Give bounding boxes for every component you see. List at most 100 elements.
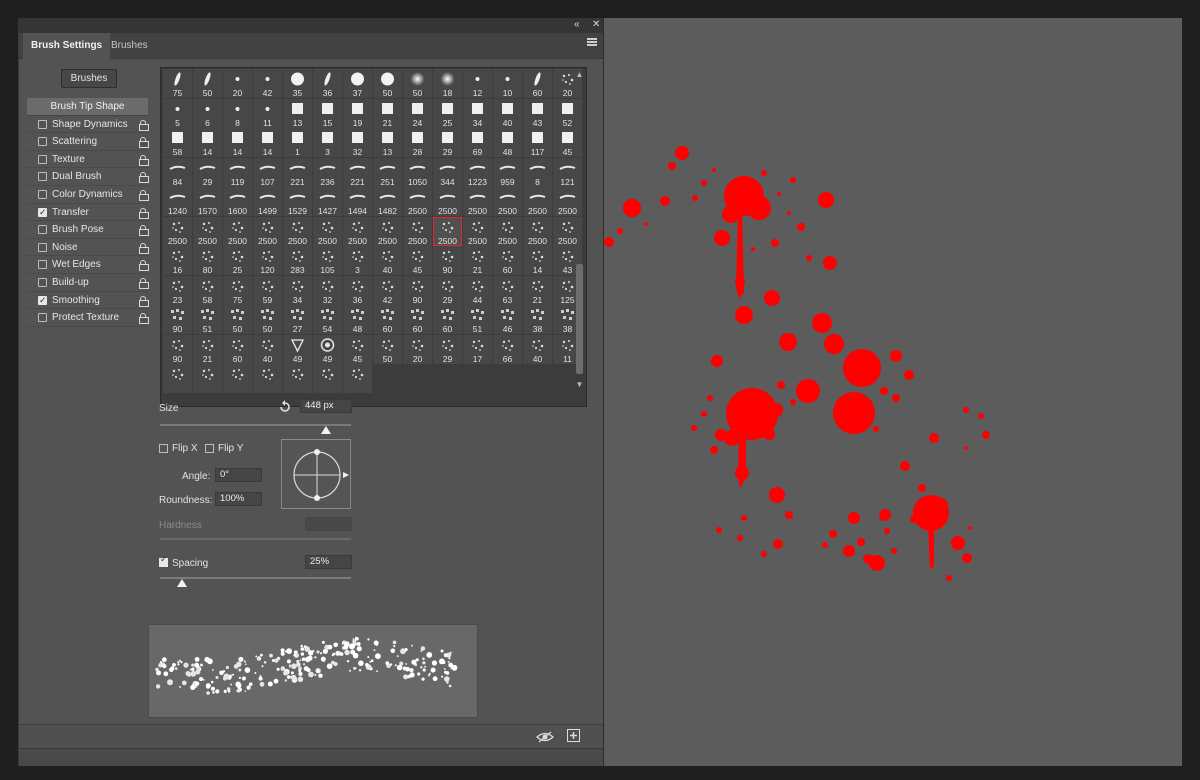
- option-checkbox[interactable]: [38, 189, 47, 199]
- brush-preset-cell[interactable]: 3: [343, 246, 372, 275]
- lock-icon[interactable]: [139, 225, 149, 237]
- brush-option-texture[interactable]: Texture: [27, 151, 149, 169]
- brush-preset-cell[interactable]: 2500: [493, 187, 522, 216]
- brush-preset-cell[interactable]: 2500: [433, 216, 462, 246]
- collapse-panel-icon[interactable]: «: [574, 19, 580, 31]
- brush-preset-cell[interactable]: 119: [223, 157, 252, 187]
- option-checkbox[interactable]: [38, 277, 47, 287]
- brush-preset-cell[interactable]: 90: [403, 275, 432, 305]
- brush-option-color-dynamics[interactable]: Color Dynamics: [27, 186, 149, 204]
- brush-preset-cell[interactable]: 25: [223, 246, 252, 275]
- brush-preset-cell[interactable]: 1600: [223, 187, 252, 216]
- option-checkbox[interactable]: [38, 172, 47, 182]
- brush-option-smoothing[interactable]: Smoothing: [27, 292, 149, 310]
- brush-preset-cell[interactable]: 29: [433, 128, 462, 157]
- brush-preset-cell[interactable]: 1240: [163, 187, 192, 216]
- brush-preset-cell[interactable]: 13: [373, 128, 402, 157]
- brush-preset-cell[interactable]: 283: [283, 246, 312, 275]
- lock-icon[interactable]: [139, 242, 149, 254]
- brush-preset-cell[interactable]: 40: [523, 334, 552, 364]
- flip-y-checkbox[interactable]: [205, 444, 214, 453]
- brush-preset-cell[interactable]: 32: [343, 128, 372, 157]
- panel-menu-icon[interactable]: [587, 38, 597, 46]
- brush-preset-cell[interactable]: 60: [523, 69, 552, 98]
- brush-preset-cell[interactable]: 20: [223, 69, 252, 98]
- brush-option-brush-pose[interactable]: Brush Pose: [27, 221, 149, 239]
- lock-icon[interactable]: [139, 154, 149, 166]
- brush-preset-cell[interactable]: 1494: [343, 187, 372, 216]
- brush-preset-cell[interactable]: 13: [283, 98, 312, 128]
- brush-preset-cell[interactable]: 80: [193, 246, 222, 275]
- lock-icon[interactable]: [139, 207, 149, 219]
- panel-resize-grip[interactable]: [19, 748, 603, 766]
- brush-preset-cell[interactable]: 21: [193, 334, 222, 364]
- brush-preset-cell[interactable]: 107: [253, 157, 282, 187]
- brush-preset-cell[interactable]: 236: [313, 157, 342, 187]
- brush-preset-cell[interactable]: 23: [163, 275, 192, 305]
- brush-preset-cell[interactable]: 1427: [313, 187, 342, 216]
- option-checkbox[interactable]: [38, 119, 47, 129]
- brush-preset-cell[interactable]: 2500: [403, 187, 432, 216]
- brush-option-transfer[interactable]: Transfer: [27, 204, 149, 222]
- brush-preset-cell[interactable]: 959: [493, 157, 522, 187]
- brush-preset-cell[interactable]: 21: [373, 98, 402, 128]
- option-checkbox[interactable]: [38, 313, 47, 323]
- brush-preset-cell[interactable]: 2500: [403, 216, 432, 246]
- brush-preset-cell[interactable]: 54: [313, 305, 342, 334]
- brush-preset-cell[interactable]: 2500: [523, 187, 552, 216]
- brush-preset-cell[interactable]: 16: [163, 246, 192, 275]
- lock-icon[interactable]: [139, 295, 149, 307]
- brush-preset-cell[interactable]: 50: [223, 305, 252, 334]
- brush-preset-cell[interactable]: [283, 364, 312, 393]
- lock-icon[interactable]: [139, 189, 149, 201]
- roundness-field[interactable]: 100%: [215, 492, 262, 506]
- brush-preset-cell[interactable]: 14: [523, 246, 552, 275]
- brush-preset-cell[interactable]: 344: [433, 157, 462, 187]
- brush-preset-cell[interactable]: 34: [463, 98, 492, 128]
- brush-preset-cell[interactable]: 105: [313, 246, 342, 275]
- brush-preset-cell[interactable]: 42: [253, 69, 282, 98]
- brush-preset-cell[interactable]: 15: [313, 98, 342, 128]
- brush-preset-cell[interactable]: 2500: [343, 216, 372, 246]
- lock-icon[interactable]: [139, 119, 149, 131]
- brush-preset-cell[interactable]: 2500: [253, 216, 282, 246]
- brush-preset-cell[interactable]: 58: [193, 275, 222, 305]
- option-checkbox[interactable]: [38, 242, 47, 252]
- brush-preset-cell[interactable]: 27: [283, 305, 312, 334]
- brush-preset-cell[interactable]: 60: [493, 246, 522, 275]
- brush-preset-cell[interactable]: 51: [193, 305, 222, 334]
- brush-preset-cell[interactable]: 34: [283, 275, 312, 305]
- brush-preset-cell[interactable]: 2500: [433, 187, 462, 216]
- brush-preset-cell[interactable]: 29: [193, 157, 222, 187]
- brush-preset-cell[interactable]: 59: [253, 275, 282, 305]
- grid-scrollbar[interactable]: ▲ ▼: [575, 70, 584, 394]
- brush-preset-cell[interactable]: 28: [403, 128, 432, 157]
- brush-preset-cell[interactable]: 14: [223, 128, 252, 157]
- brush-preset-cell[interactable]: 18: [433, 69, 462, 98]
- angle-roundness-widget[interactable]: [281, 439, 351, 509]
- brush-preset-cell[interactable]: [343, 364, 372, 393]
- brush-preset-cell[interactable]: 251: [373, 157, 402, 187]
- brush-preset-cell[interactable]: [193, 364, 222, 393]
- brush-preset-cell[interactable]: 2500: [283, 216, 312, 246]
- brush-preset-cell[interactable]: 2500: [373, 216, 402, 246]
- brush-preset-cell[interactable]: 1: [283, 128, 312, 157]
- brush-option-dual-brush[interactable]: Dual Brush: [27, 168, 149, 186]
- brush-preset-cell[interactable]: 2500: [523, 216, 552, 246]
- brush-preset-cell[interactable]: 14: [253, 128, 282, 157]
- size-field[interactable]: 448 px: [300, 399, 352, 413]
- lock-icon[interactable]: [139, 260, 149, 272]
- brush-option-brush-tip-shape[interactable]: Brush Tip Shape: [27, 98, 148, 116]
- option-checkbox[interactable]: [38, 205, 47, 222]
- brush-preset-cell[interactable]: 2500: [463, 216, 492, 246]
- brush-preset-cell[interactable]: 2500: [193, 216, 222, 246]
- brush-option-scattering[interactable]: Scattering: [27, 133, 149, 151]
- brush-preset-cell[interactable]: 17: [463, 334, 492, 364]
- brush-preset-cell[interactable]: 60: [403, 305, 432, 334]
- brush-preset-cell[interactable]: 29: [433, 334, 462, 364]
- brush-preset-cell[interactable]: [163, 364, 192, 393]
- brush-preset-cell[interactable]: 221: [343, 157, 372, 187]
- lock-icon[interactable]: [139, 137, 149, 149]
- brush-option-wet-edges[interactable]: Wet Edges: [27, 256, 149, 274]
- brush-preset-cell[interactable]: 12: [463, 69, 492, 98]
